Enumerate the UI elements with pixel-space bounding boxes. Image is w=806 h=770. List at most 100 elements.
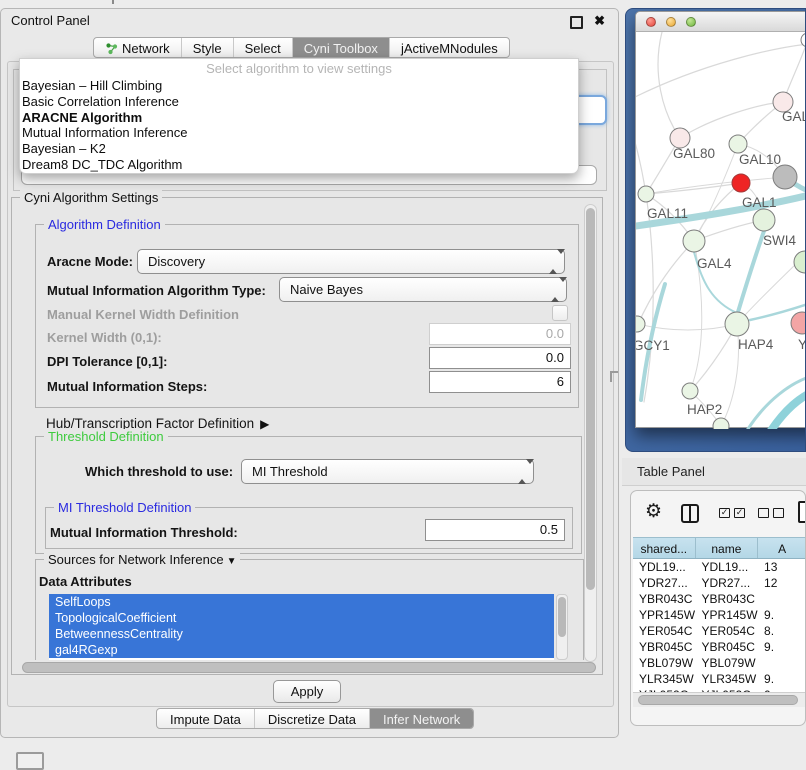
bottom-tab-discretize-data[interactable]: Discretize Data	[255, 709, 370, 728]
network-node-gal4[interactable]	[683, 230, 705, 252]
algorithm-option[interactable]: Bayesian – Hill Climbing	[20, 78, 578, 94]
table-row[interactable]: YBL079WYBL079W	[633, 655, 806, 671]
combo-stepper-icon	[518, 464, 526, 480]
mi-threshold-field[interactable]: 0.5	[425, 519, 565, 541]
network-node-gal80[interactable]	[670, 128, 690, 148]
collapse-down-icon[interactable]: ▼	[227, 556, 237, 567]
network-window-titlebar	[636, 12, 806, 32]
dpi-tolerance-field[interactable]: 0.0	[429, 347, 571, 369]
table-hscrollbar-thumb[interactable]	[638, 695, 798, 705]
network-node-y[interactable]	[791, 312, 806, 334]
table-hscrollbar[interactable]	[633, 692, 806, 707]
threshold-definition-title: Threshold Definition	[44, 429, 168, 444]
tab-label: Style	[193, 41, 222, 56]
settings-scrollbar-thumb[interactable]	[586, 208, 595, 590]
bottom-tab-impute-data[interactable]: Impute Data	[157, 709, 255, 728]
export-table-icon[interactable]	[798, 501, 806, 523]
network-node-hap2[interactable]	[682, 383, 698, 399]
settings-scrollbar[interactable]	[584, 204, 597, 662]
tab-jactivemnodules[interactable]: jActiveMNodules	[390, 38, 509, 57]
network-node[interactable]	[773, 165, 797, 189]
network-node-hap4[interactable]	[725, 312, 749, 336]
network-node-gal1[interactable]	[732, 174, 750, 192]
unchecked-column-icon[interactable]	[773, 508, 784, 518]
node-label: HAP4	[738, 337, 774, 352]
settings-hscrollbar[interactable]	[14, 661, 602, 675]
algorithm-option[interactable]: Basic Correlation Inference	[20, 94, 578, 110]
aracne-mode-combo[interactable]: Discovery	[137, 249, 565, 274]
splitter-grip[interactable]	[610, 371, 618, 382]
tab-label: Cyni Toolbox	[304, 41, 378, 56]
control-panel-window: Control Panel ✖ Network Style Select Cyni T…	[0, 8, 619, 738]
checked-column-icon[interactable]: ✓	[734, 508, 745, 518]
mi-threshold-label: Mutual Information Threshold:	[50, 525, 238, 540]
table-cell: YBL079W	[633, 655, 696, 671]
network-node[interactable]	[713, 418, 729, 429]
apply-button[interactable]: Apply	[273, 680, 341, 703]
network-node[interactable]	[794, 251, 806, 273]
float-window-icon[interactable]	[570, 16, 583, 29]
tab-style[interactable]: Style	[182, 38, 234, 57]
manual-kernel-checkbox[interactable]	[552, 305, 568, 321]
column-header[interactable]: name	[696, 538, 759, 558]
expand-right-icon[interactable]: ▶	[260, 417, 269, 431]
algorithm-option[interactable]: Bayesian – K2	[20, 141, 578, 157]
table-cell: YDL19...	[696, 559, 759, 575]
data-attribute-item[interactable]: gal4RGexp	[49, 642, 554, 658]
network-view-window: GALGAL80GAL10GAL1GAL11SWI4GAL4GCY1HAP4YH…	[635, 11, 806, 428]
settings-hscrollbar-thumb[interactable]	[22, 662, 596, 673]
tab-cyni-toolbox[interactable]: Cyni Toolbox	[293, 38, 390, 57]
close-window-icon[interactable]: ✖	[594, 13, 605, 29]
table-cell	[758, 655, 806, 671]
table-row[interactable]: YER054CYER054C8.	[633, 623, 806, 639]
table-row[interactable]: YDR27...YDR27...12	[633, 575, 806, 591]
traffic-light-minimize-button[interactable]	[666, 17, 676, 27]
mi-steps-field[interactable]: 6	[429, 371, 571, 393]
algorithm-popup-hint: Select algorithm to view settings	[20, 59, 578, 78]
minimized-panel-icon[interactable]	[16, 752, 44, 770]
table-cell: 12	[758, 575, 806, 591]
which-threshold-label: Which threshold to use:	[85, 464, 233, 479]
tab-select[interactable]: Select	[234, 38, 293, 57]
which-threshold-combo[interactable]: MI Threshold	[241, 459, 534, 484]
attributes-scrollbar[interactable]	[556, 594, 568, 660]
table-row[interactable]: YBR043CYBR043C	[633, 591, 806, 607]
algorithm-option[interactable]: Dream8 DC_TDC Algorithm	[20, 157, 578, 173]
table-row[interactable]: YPR145WYPR145W9.	[633, 607, 806, 623]
attributes-scrollbar-thumb[interactable]	[558, 597, 566, 637]
unchecked-column-icon[interactable]	[758, 508, 769, 518]
network-edge	[721, 324, 739, 426]
tab-network[interactable]: Network	[94, 38, 182, 57]
traffic-light-zoom-button[interactable]	[686, 17, 696, 27]
node-table: shared...nameA YDL19...YDL19...13YDR27..…	[633, 537, 806, 692]
settings-group-title: Cyni Algorithm Settings	[20, 190, 162, 205]
network-node-gcy1[interactable]	[636, 316, 645, 332]
mi-type-combo[interactable]: Naive Bayes	[279, 277, 567, 302]
traffic-light-close-button[interactable]	[646, 17, 656, 27]
table-row[interactable]: YDL19...YDL19...13	[633, 559, 806, 575]
tab-label: Network	[122, 41, 170, 56]
columns-icon[interactable]	[681, 504, 699, 523]
data-attribute-item[interactable]: SelfLoops	[49, 594, 554, 610]
sources-group: Sources for Network Inference▼ Data Attr…	[35, 559, 584, 660]
column-header[interactable]: shared...	[633, 538, 696, 558]
control-panel-titlebar: Control Panel ✖	[1, 9, 618, 33]
algorithm-option[interactable]: ARACNE Algorithm	[20, 110, 578, 126]
column-header[interactable]: A	[758, 538, 806, 558]
data-attributes-list[interactable]: SelfLoopsTopologicalCoefficientBetweenne…	[49, 594, 554, 660]
network-node-gal11[interactable]	[638, 186, 654, 202]
algorithm-option[interactable]: Mutual Information Inference	[20, 125, 578, 141]
table-row[interactable]: YBR045CYBR045C9.	[633, 639, 806, 655]
network-canvas[interactable]: GALGAL80GAL10GAL1GAL11SWI4GAL4GCY1HAP4YH…	[636, 32, 806, 429]
network-view-frame: GALGAL80GAL10GAL1GAL11SWI4GAL4GCY1HAP4YH…	[625, 8, 806, 452]
bottom-tab-infer-network[interactable]: Infer Network	[370, 709, 473, 728]
gear-icon[interactable]: ⚙	[645, 500, 662, 523]
mi-type-label: Mutual Information Algorithm Type:	[47, 283, 266, 298]
network-node-swi4[interactable]	[753, 209, 775, 231]
table-row[interactable]: YLR345WYLR345W9.	[633, 671, 806, 687]
data-attribute-item[interactable]: TopologicalCoefficient	[49, 610, 554, 626]
data-attribute-item[interactable]: BetweennessCentrality	[49, 626, 554, 642]
bottom-tab-label: Impute Data	[170, 712, 241, 727]
checked-column-icon[interactable]: ✓	[719, 508, 730, 518]
network-node-gal10[interactable]	[729, 135, 747, 153]
